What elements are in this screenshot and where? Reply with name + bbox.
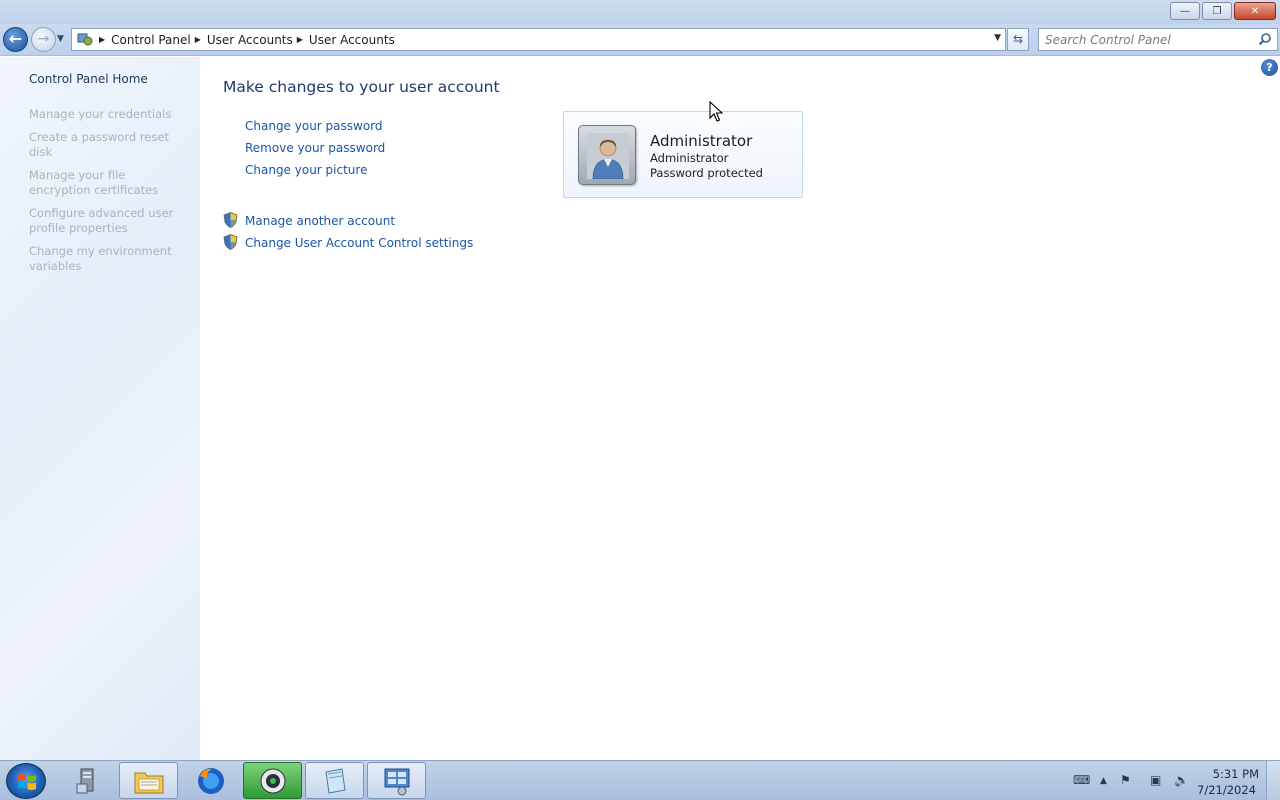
restore-icon: ❐: [1212, 5, 1222, 17]
search-box[interactable]: [1038, 28, 1278, 51]
window-controls: — ❐ ✕: [1170, 2, 1276, 20]
server-manager-icon: [76, 768, 93, 793]
change-password-link[interactable]: Change your password: [245, 119, 383, 133]
back-button[interactable]: ←: [3, 27, 28, 52]
uac-shield-icon: [223, 212, 238, 228]
user-icon: [587, 133, 629, 179]
show-hidden-icons-button[interactable]: ▲: [1100, 776, 1107, 786]
refresh-icon: ⇆: [1012, 32, 1024, 46]
task-manage-encryption-certificates[interactable]: Manage your file encryption certificates: [29, 168, 189, 198]
notepad-icon: [324, 767, 346, 794]
clock-date[interactable]: 7/21/2024: [1197, 783, 1256, 797]
remove-password-link[interactable]: Remove your password: [245, 141, 385, 155]
keyboard-icon[interactable]: ⌨: [1073, 773, 1090, 787]
system-tray: ⌨ ▲ ⚑ ▣ 🔈 5:31 PM 7/21/2024: [1050, 761, 1280, 800]
taskbar: ⌨ ▲ ⚑ ▣ 🔈 5:31 PM 7/21/2024: [0, 760, 1280, 800]
taskbar-file-explorer[interactable]: [119, 762, 178, 799]
close-button[interactable]: ✕: [1234, 2, 1276, 20]
window-titlebar: — ❐ ✕: [0, 0, 1280, 24]
task-list: Manage your credentials Create a passwor…: [29, 107, 189, 282]
breadcrumb-user-accounts-current[interactable]: User Accounts: [309, 33, 395, 47]
start-button[interactable]: [6, 763, 46, 799]
control-panel-icon: [75, 31, 95, 49]
manage-another-account-link[interactable]: Manage another account: [245, 214, 395, 228]
address-bar[interactable]: ▶ Control Panel ▶ User Accounts ▶ User A…: [71, 28, 1006, 51]
minimize-button[interactable]: —: [1170, 2, 1200, 20]
taskbar-firefox[interactable]: [181, 762, 240, 799]
uac-shield-icon: [223, 234, 238, 250]
account-name: Administrator: [650, 132, 753, 150]
address-dropdown-icon[interactable]: ▼: [994, 33, 1001, 43]
action-center-flag-icon[interactable]: ⚑: [1120, 773, 1131, 787]
network-icon[interactable]: ▣: [1150, 773, 1161, 787]
firefox-icon: [197, 767, 224, 794]
volume-icon[interactable]: 🔈: [1174, 773, 1189, 787]
breadcrumb-separator[interactable]: ▶: [195, 35, 201, 44]
change-picture-link[interactable]: Change your picture: [245, 163, 367, 177]
task-create-password-reset-disk[interactable]: Create a password reset disk: [29, 130, 189, 160]
breadcrumb-control-panel[interactable]: Control Panel: [111, 33, 191, 47]
show-desktop-button[interactable]: [1266, 761, 1280, 800]
search-input[interactable]: [1039, 29, 1249, 50]
control-panel-home-link[interactable]: Control Panel Home: [29, 72, 148, 86]
main-content: ? Make changes to your user account Chan…: [200, 57, 1280, 760]
page-title: Make changes to your user account: [223, 78, 500, 96]
minimize-icon: —: [1180, 5, 1190, 17]
recent-pages-dropdown[interactable]: ▼: [57, 34, 64, 44]
help-icon[interactable]: ?: [1261, 59, 1278, 76]
taskbar-server-manager[interactable]: [57, 762, 116, 799]
control-panel-icon: [384, 768, 409, 795]
refresh-button[interactable]: ⇆: [1007, 28, 1029, 51]
account-type: Administrator: [650, 151, 729, 165]
taskbar-media-app[interactable]: [243, 762, 302, 799]
media-app-icon: [260, 768, 285, 793]
windows-logo-icon: [18, 774, 36, 790]
forward-button[interactable]: →: [31, 27, 56, 52]
tasks-pane: Control Panel Home Manage your credentia…: [0, 57, 200, 760]
breadcrumb-user-accounts[interactable]: User Accounts: [207, 33, 293, 47]
taskbar-control-panel[interactable]: [367, 762, 426, 799]
avatar[interactable]: [578, 125, 636, 185]
task-change-environment-variables[interactable]: Change my environment variables: [29, 244, 189, 274]
folder-icon: [134, 772, 163, 793]
task-configure-profile-properties[interactable]: Configure advanced user profile properti…: [29, 206, 189, 236]
close-icon: ✕: [1250, 5, 1260, 17]
navigation-bar: ← → ▼ ▶ Control Panel ▶ User Accounts ▶ …: [0, 24, 1280, 56]
mouse-cursor-icon: [709, 101, 723, 122]
taskbar-notepad-app[interactable]: [305, 762, 364, 799]
breadcrumb-separator[interactable]: ▶: [297, 35, 303, 44]
restore-button[interactable]: ❐: [1202, 2, 1232, 20]
forward-arrow-icon: →: [37, 31, 50, 47]
account-tile[interactable]: Administrator Administrator Password pro…: [563, 111, 803, 198]
change-uac-settings-link[interactable]: Change User Account Control settings: [245, 236, 473, 250]
search-icon[interactable]: [1258, 32, 1272, 46]
back-arrow-icon: ←: [8, 29, 23, 48]
task-manage-credentials[interactable]: Manage your credentials: [29, 107, 189, 122]
breadcrumb-separator[interactable]: ▶: [99, 35, 105, 44]
account-status: Password protected: [650, 166, 763, 180]
clock-time[interactable]: 5:31 PM: [1213, 767, 1259, 781]
